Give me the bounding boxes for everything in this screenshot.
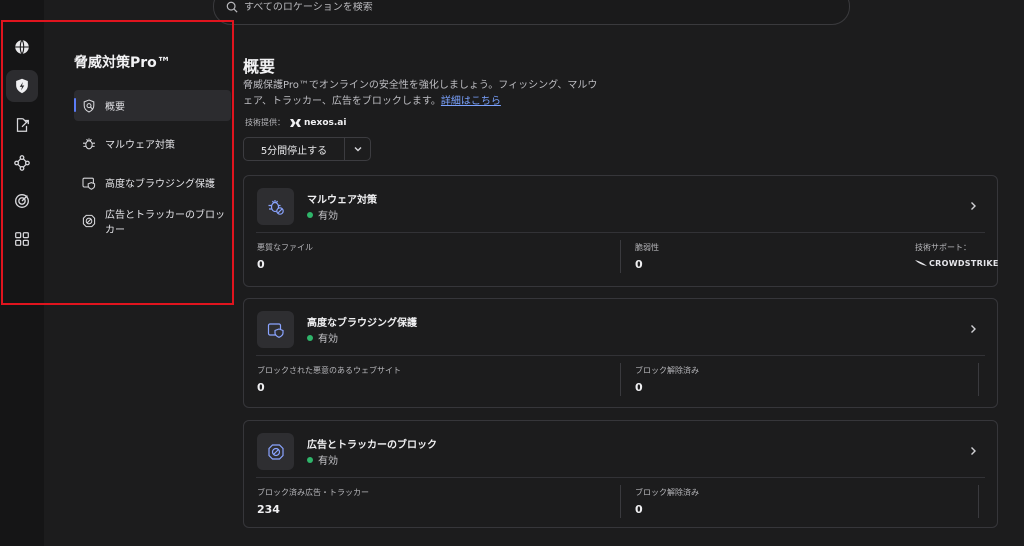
provider-name: nexos.ai <box>304 117 347 128</box>
mesh-network-icon[interactable] <box>6 147 38 179</box>
status-indicator: 有効 <box>307 330 338 345</box>
block-icon <box>82 214 96 227</box>
support-label: 技術サポート： <box>915 243 971 252</box>
subnav-item-adblock[interactable]: 広告とトラッカーのブロッカー <box>74 205 231 236</box>
subnav-item-malware[interactable]: マルウェア対策 <box>74 128 231 159</box>
stat-unblocked: ブロック解除済み 0 <box>635 487 699 516</box>
search-input[interactable] <box>244 2 544 13</box>
chevron-right-icon[interactable] <box>967 323 979 335</box>
divider <box>620 485 621 518</box>
stat-blocked-sites: ブロックされた悪意のあるウェブサイト 0 <box>257 365 401 394</box>
card-header[interactable]: 広告とトラッカーのブロック 有効 <box>244 421 997 481</box>
falcon-icon <box>915 260 927 266</box>
provider-brand: nexos.ai <box>290 118 346 128</box>
subnav-item-label: 概要 <box>105 102 125 113</box>
stat-value: 0 <box>257 381 265 394</box>
card-malware: マルウェア対策 有効 悪質なファイル 0 脆弱性 0 技術サポート： CROWD… <box>243 175 998 287</box>
location-search[interactable] <box>213 0 850 25</box>
bug-icon <box>83 137 95 149</box>
divider <box>256 355 985 356</box>
status-text: 有効 <box>318 211 338 222</box>
stat-value: 0 <box>257 258 265 271</box>
icon-rail <box>0 0 44 546</box>
status-indicator: 有効 <box>307 207 338 222</box>
tech-support: 技術サポート： CROWDSTRIKE <box>915 242 999 268</box>
stat-label: ブロックされた悪意のあるウェブサイト <box>257 366 401 375</box>
card-header[interactable]: マルウェア対策 有効 <box>244 176 997 236</box>
card-title: 広告とトラッカーのブロック <box>307 440 437 451</box>
stat-value: 0 <box>635 258 643 271</box>
shield-search-icon <box>83 98 95 113</box>
target-radar-icon[interactable] <box>6 185 38 217</box>
stat-vulnerabilities: 脆弱性 0 <box>635 242 659 271</box>
shield-bolt-icon[interactable] <box>6 70 38 102</box>
status-text: 有効 <box>318 334 338 345</box>
learn-more-link[interactable]: 詳細はこちら <box>441 96 501 107</box>
page-title: 概要 <box>243 57 276 76</box>
stat-unblocked: ブロック解除済み 0 <box>635 365 699 394</box>
card-title: マルウェア対策 <box>307 195 377 206</box>
subnav-item-label: 高度なブラウジング保護 <box>105 179 215 190</box>
divider <box>978 485 979 518</box>
stat-label: 悪質なファイル <box>257 243 313 252</box>
support-brand: CROWDSTRIKE <box>929 259 999 268</box>
divider <box>256 232 985 233</box>
stat-label: ブロック済み広告・トラッカー <box>257 488 369 497</box>
subnav-item-label: マルウェア対策 <box>105 140 175 151</box>
pause-button[interactable]: 5分間停止する <box>244 138 344 160</box>
card-adblock: 広告とトラッカーのブロック 有効 ブロック済み広告・トラッカー 234 ブロック… <box>243 420 998 528</box>
apps-grid-icon[interactable] <box>6 223 38 255</box>
stat-label: 脆弱性 <box>635 243 659 252</box>
divider <box>620 363 621 396</box>
pause-dropdown-button[interactable] <box>344 138 370 160</box>
status-dot <box>307 456 313 463</box>
stat-value: 0 <box>635 381 643 394</box>
globe-icon[interactable] <box>6 31 38 63</box>
provider-credit: 技術提供： nexos.ai <box>245 117 346 128</box>
status-indicator: 有効 <box>307 452 338 467</box>
stat-value: 0 <box>635 503 643 516</box>
status-dot <box>307 334 313 341</box>
file-export-icon[interactable] <box>6 109 38 141</box>
nexos-logo-icon <box>290 118 301 127</box>
stat-label: ブロック解除済み <box>635 366 699 375</box>
card-title: 高度なブラウジング保護 <box>307 318 417 329</box>
stat-blocked-ads: ブロック済み広告・トラッカー 234 <box>257 487 369 516</box>
divider <box>978 363 979 396</box>
page-description: 脅威保護Pro™でオンラインの安全性を強化しましょう。フィッシング、マルウェア、… <box>243 78 603 110</box>
search-icon <box>226 1 238 13</box>
subnav-item-browsing[interactable]: 高度なブラウジング保護 <box>74 167 231 198</box>
crowdstrike-logo: CROWDSTRIKE <box>915 259 999 268</box>
browser-shield-icon <box>82 177 96 190</box>
chevron-right-icon[interactable] <box>967 445 979 457</box>
status-text: 有効 <box>318 456 338 467</box>
description-text: 脅威保護Pro™でオンラインの安全性を強化しましょう。フィッシング、マルウェア、… <box>243 80 598 107</box>
stat-value: 234 <box>257 503 280 516</box>
card-header[interactable]: 高度なブラウジング保護 有効 <box>244 299 997 359</box>
chevron-right-icon[interactable] <box>967 200 979 212</box>
block-icon <box>257 433 294 470</box>
bug-icon <box>257 188 294 225</box>
chevron-down-icon <box>354 147 361 152</box>
divider <box>620 240 621 273</box>
pause-control: 5分間停止する <box>243 137 371 161</box>
subnav-item-label: 広告とトラッカーのブロッカー <box>105 209 225 236</box>
section-title: 脅威対策Pro™ <box>74 55 171 71</box>
status-dot <box>307 211 313 218</box>
stat-malicious-files: 悪質なファイル 0 <box>257 242 313 271</box>
card-browsing: 高度なブラウジング保護 有効 ブロックされた悪意のあるウェブサイト 0 ブロック… <box>243 298 998 408</box>
provider-label: 技術提供： <box>245 118 285 127</box>
browser-shield-icon <box>257 311 294 348</box>
subnav-item-overview[interactable]: 概要 <box>74 90 231 121</box>
stat-label: ブロック解除済み <box>635 488 699 497</box>
divider <box>256 477 985 478</box>
